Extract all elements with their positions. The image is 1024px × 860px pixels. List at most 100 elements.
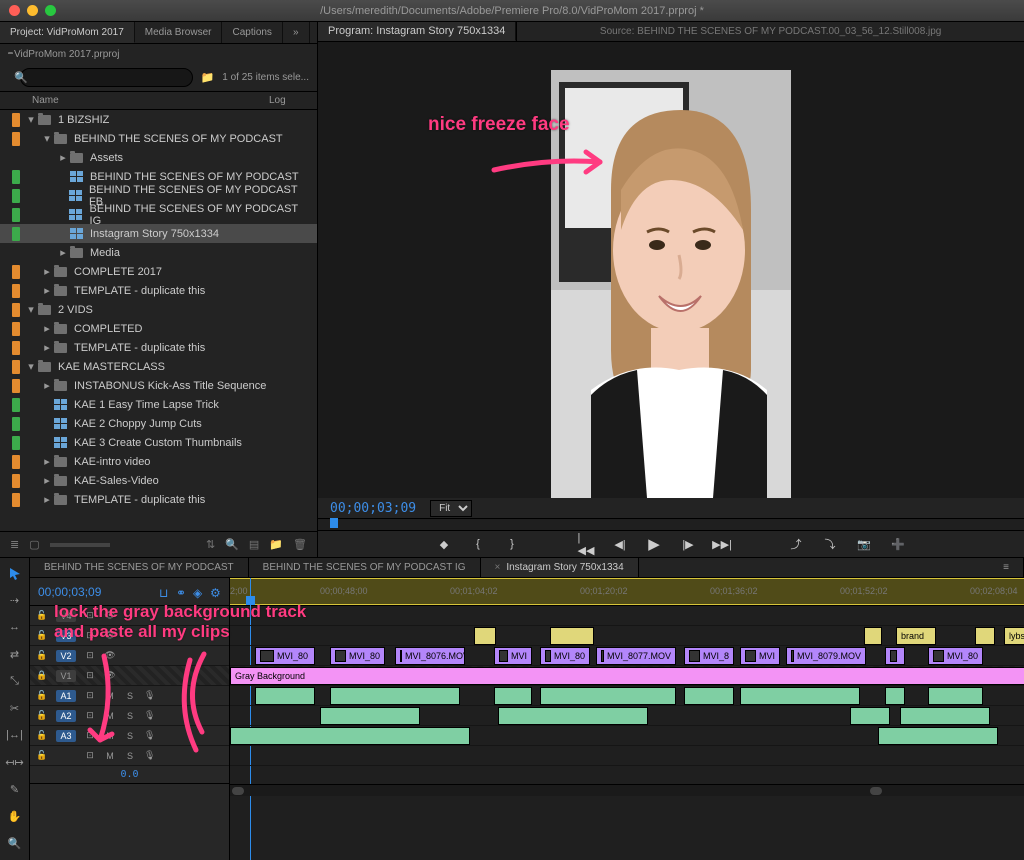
step-back-icon[interactable]: ◀| xyxy=(612,536,628,552)
tree-row[interactable]: Instagram Story 750x1334 xyxy=(0,224,317,243)
solo-icon[interactable]: S xyxy=(124,710,136,722)
link-icon[interactable]: ⚭ xyxy=(176,586,187,597)
label-chip[interactable] xyxy=(12,265,20,279)
project-tab[interactable]: Captions xyxy=(222,22,282,43)
disclosure-icon[interactable]: ▸ xyxy=(42,379,52,392)
go-to-in-icon[interactable]: |◀◀ xyxy=(578,536,594,552)
disclosure-icon[interactable]: ▸ xyxy=(42,322,52,335)
track-select-tool-icon[interactable]: ⇢ xyxy=(6,591,24,609)
label-chip[interactable] xyxy=(12,151,20,165)
disclosure-icon[interactable]: ▸ xyxy=(42,284,52,297)
program-tab[interactable]: Program: Instagram Story 750x1334 xyxy=(318,22,516,41)
label-chip[interactable] xyxy=(12,360,20,374)
zoom-fit-select[interactable]: Fit xyxy=(430,500,472,517)
lock-icon[interactable]: 🔓 xyxy=(36,730,48,742)
track-area[interactable]: 2;0000;00;48;0000;01;04;0200;01;20;0200;… xyxy=(230,578,1024,860)
disclosure-icon[interactable]: ▾ xyxy=(26,113,36,126)
clip[interactable] xyxy=(975,627,995,645)
sync-lock-icon[interactable]: ⊡ xyxy=(84,750,96,762)
sync-lock-icon[interactable]: ⊡ xyxy=(84,630,96,642)
clip[interactable] xyxy=(885,647,905,665)
track-target[interactable]: A2 xyxy=(56,710,76,722)
track-target[interactable]: V3 xyxy=(56,630,76,642)
project-search-input[interactable] xyxy=(20,68,193,87)
tree-row[interactable]: KAE 3 Create Custom Thumbnails xyxy=(0,433,317,452)
label-chip[interactable] xyxy=(12,417,20,431)
timeline-tab[interactable]: ×Instagram Story 750x1334 xyxy=(481,558,639,577)
clip[interactable] xyxy=(330,687,460,705)
rate-stretch-tool-icon[interactable]: ⤡ xyxy=(6,672,24,690)
mute-icon[interactable]: M xyxy=(104,710,116,722)
track-header[interactable]: 🔒V1⊡👁 xyxy=(30,666,229,686)
lift-icon[interactable]: ⤴ xyxy=(788,536,804,552)
clip[interactable] xyxy=(850,707,890,725)
clip[interactable]: brand xyxy=(896,627,936,645)
clip[interactable] xyxy=(255,687,315,705)
track-lane[interactable] xyxy=(230,726,1024,746)
clip[interactable] xyxy=(900,707,990,725)
track-lane[interactable] xyxy=(230,606,1024,626)
rolling-edit-tool-icon[interactable]: ⇄ xyxy=(6,645,24,663)
clip[interactable] xyxy=(740,687,860,705)
hand-tool-icon[interactable]: ✋ xyxy=(6,807,24,825)
label-chip[interactable] xyxy=(12,227,20,241)
timeline-tab[interactable]: BEHIND THE SCENES OF MY PODCAST xyxy=(30,558,249,577)
track-target[interactable]: V2 xyxy=(56,650,76,662)
mute-icon[interactable]: M xyxy=(104,750,116,762)
track-header[interactable]: 🔓V2⊡👁 xyxy=(30,646,229,666)
voiceover-icon[interactable]: 🎙 xyxy=(144,690,155,701)
solo-icon[interactable]: S xyxy=(124,690,136,702)
track-target[interactable]: V1 xyxy=(56,670,76,682)
timeline-panel-menu-icon[interactable]: ≡ xyxy=(989,558,1024,577)
disclosure-icon[interactable]: ▸ xyxy=(42,341,52,354)
minimize-window-icon[interactable] xyxy=(27,5,38,16)
mute-icon[interactable]: M xyxy=(104,690,116,702)
sync-lock-icon[interactable]: ⊡ xyxy=(84,650,96,662)
clip[interactable]: MVI_8077.MOV xyxy=(596,647,676,665)
label-chip[interactable] xyxy=(12,455,20,469)
eye-icon[interactable]: 👁 xyxy=(104,650,116,662)
scroll-thumb-right[interactable] xyxy=(870,787,882,795)
scrub-playhead-icon[interactable] xyxy=(330,518,338,528)
clip[interactable] xyxy=(540,687,676,705)
new-bin-footer-icon[interactable]: 📁 xyxy=(269,538,283,551)
lock-icon[interactable]: 🔓 xyxy=(36,630,48,642)
track-lane[interactable]: brand lybs xyxy=(230,626,1024,646)
solo-icon[interactable]: S xyxy=(124,750,136,762)
eye-icon[interactable]: 👁 xyxy=(104,610,116,622)
sync-lock-icon[interactable]: ⊡ xyxy=(84,730,96,742)
disclosure-icon[interactable]: ▾ xyxy=(26,360,36,373)
track-header[interactable]: 🔓V3⊡👁 xyxy=(30,626,229,646)
clip[interactable] xyxy=(320,707,420,725)
wrench-icon[interactable]: ⚙ xyxy=(210,586,221,597)
label-chip[interactable] xyxy=(12,284,20,298)
tree-row[interactable]: ▸INSTABONUS Kick-Ass Title Sequence xyxy=(0,376,317,395)
tree-row[interactable]: ▾BEHIND THE SCENES OF MY PODCAST xyxy=(0,129,317,148)
clip[interactable]: MVI_80 xyxy=(540,647,590,665)
find-icon[interactable]: 🔍 xyxy=(225,538,239,551)
timeline-h-scroll[interactable] xyxy=(230,784,1024,796)
voiceover-icon[interactable]: 🎙 xyxy=(144,750,155,761)
zoom-tool-icon[interactable]: 🔍 xyxy=(6,834,24,852)
disclosure-icon[interactable]: ▾ xyxy=(42,132,52,145)
track-lane[interactable]: Gray Background xyxy=(230,666,1024,686)
label-chip[interactable] xyxy=(12,341,20,355)
lock-icon[interactable]: 🔒 xyxy=(36,670,48,682)
eye-icon[interactable]: 👁 xyxy=(104,670,116,682)
lock-icon[interactable]: 🔓 xyxy=(36,690,48,702)
mute-icon[interactable]: M xyxy=(104,730,116,742)
label-chip[interactable] xyxy=(12,398,20,412)
clip[interactable]: MVI_80 xyxy=(928,647,983,665)
extract-icon[interactable]: ⤵ xyxy=(822,536,838,552)
sync-lock-icon[interactable]: ⊡ xyxy=(84,610,96,622)
track-lane[interactable]: MVI_80MVI_80MVI_8076.MOVMVIMVI_80MVI_807… xyxy=(230,646,1024,666)
label-chip[interactable] xyxy=(12,436,20,450)
col-name[interactable]: Name xyxy=(8,95,269,106)
clip[interactable] xyxy=(498,707,648,725)
clip[interactable]: lybs xyxy=(1004,627,1024,645)
label-chip[interactable] xyxy=(12,132,20,146)
label-chip[interactable] xyxy=(12,322,20,336)
list-view-icon[interactable]: ≣ xyxy=(10,538,19,551)
tabs-overflow-icon[interactable]: » xyxy=(283,22,310,43)
track-target[interactable]: A1 xyxy=(56,690,76,702)
